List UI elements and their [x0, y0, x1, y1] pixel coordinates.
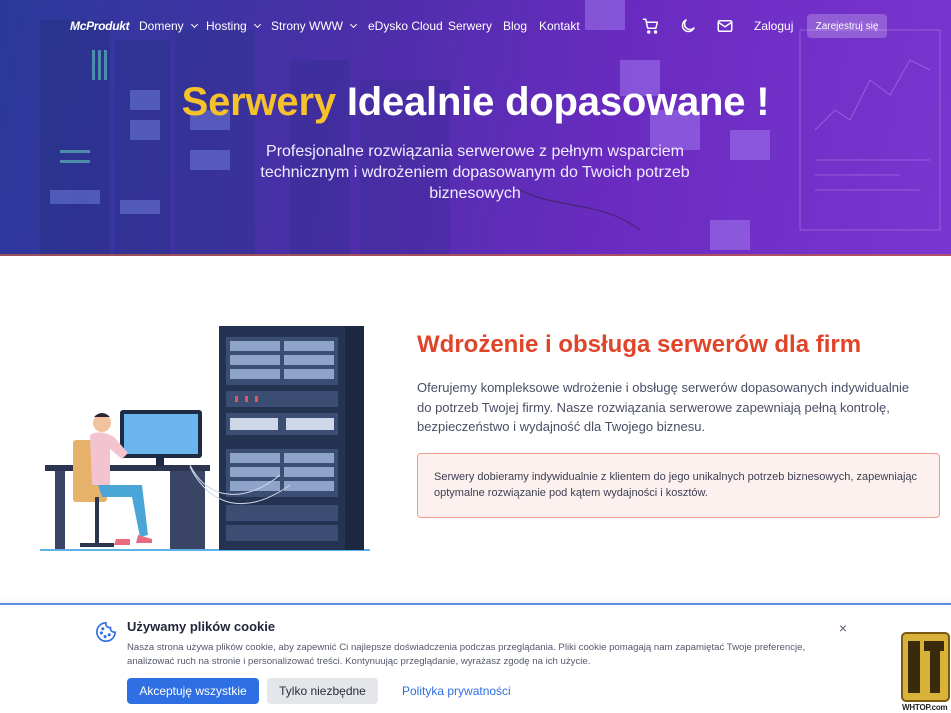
site-logo[interactable]: McProdukt: [70, 19, 130, 33]
hero-title-highlight: Serwery: [181, 80, 336, 124]
nav-item-label: Strony WWW: [271, 19, 343, 33]
nav-item-kontakt[interactable]: Kontakt: [539, 19, 580, 33]
chevron-down-icon: [349, 20, 358, 29]
moon-icon[interactable]: [679, 17, 697, 35]
nav-item-blog[interactable]: Blog: [503, 19, 527, 33]
nav-item-serwery[interactable]: Serwery: [448, 19, 492, 33]
server-admin-illustration: [40, 326, 370, 551]
section-description: Oferujemy kompleksowe wdrożenie i obsług…: [417, 380, 910, 434]
nav-item-label: Blog: [503, 19, 528, 33]
privacy-policy-link[interactable]: Polityka prywatności: [402, 684, 511, 698]
nav-item-label: Serwery: [448, 19, 493, 33]
register-button[interactable]: Zarejestruj się: [807, 14, 887, 38]
section-title: Wdrożenie i obsługa serwerów dla firm: [417, 331, 862, 358]
watermark-text: WHTOP.com: [902, 703, 948, 712]
cookie-title: Używamy plików cookie: [127, 619, 276, 634]
nav-item-strony-www[interactable]: Strony WWW: [271, 19, 358, 33]
cookie-text: Nasza strona używa plików cookie, aby za…: [127, 642, 806, 667]
nav-item-label: Domeny: [139, 19, 184, 33]
hero-title: Serwery Idealnie dopasowane !: [0, 80, 951, 125]
cookie-banner: Używamy plików cookie Nasza strona używa…: [0, 603, 951, 713]
nav-item-edysko-cloud[interactable]: eDysko Cloud: [368, 19, 443, 33]
nav-item-domeny[interactable]: Domeny: [139, 19, 198, 33]
mail-icon[interactable]: [716, 17, 734, 35]
nav-item-label: Hosting: [206, 19, 247, 33]
only-necessary-button[interactable]: Tylko niezbędne: [267, 678, 378, 704]
login-link[interactable]: Zaloguj: [754, 19, 793, 33]
nav-item-label: Kontakt: [539, 19, 580, 33]
chevron-down-icon: [253, 20, 261, 29]
hero-title-rest: Idealnie dopasowane !: [346, 80, 770, 124]
hero-bottom-line: [0, 254, 951, 256]
close-icon[interactable]: ×: [836, 621, 850, 635]
accept-all-button[interactable]: Akceptuję wszystkie: [127, 678, 259, 704]
cart-icon[interactable]: [642, 17, 660, 35]
top-navigation: McProdukt Domeny Hosting Strony WWW eDys…: [0, 0, 951, 52]
info-notice: Serwery dobieramy indywidualnie z klient…: [417, 453, 940, 518]
hero-subtitle: Profesjonalne rozwiązania serwerowe z pe…: [260, 143, 690, 202]
chevron-down-icon: [190, 20, 198, 29]
cookie-icon: [96, 622, 116, 642]
whtop-watermark-logo: [901, 632, 950, 702]
nav-item-hosting[interactable]: Hosting: [206, 19, 261, 33]
nav-item-label: eDysko Cloud: [368, 19, 443, 33]
